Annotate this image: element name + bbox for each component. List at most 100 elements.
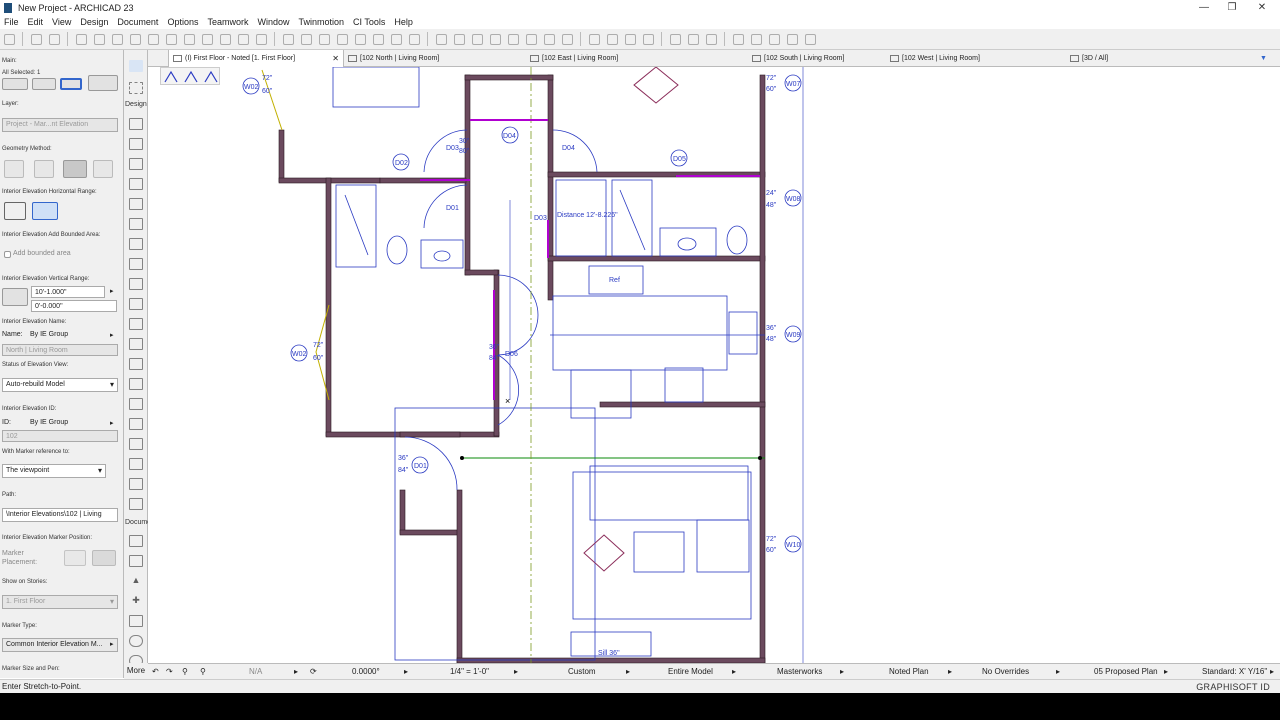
- rotate-marker-button[interactable]: [60, 78, 82, 90]
- explode-icon[interactable]: [508, 33, 519, 45]
- elevation-icon[interactable]: [562, 33, 573, 45]
- zoom-out-icon[interactable]: ⚲: [200, 667, 206, 676]
- curtain-wall-tool-icon[interactable]: [129, 358, 143, 370]
- pet-palette[interactable]: [160, 67, 220, 85]
- pan-icon[interactable]: [4, 33, 15, 45]
- mirror-icon[interactable]: [544, 33, 555, 45]
- menu-design[interactable]: Design: [80, 17, 108, 27]
- cursor-icon[interactable]: [319, 33, 330, 45]
- scale-value[interactable]: 1/4" = 1'-0": [450, 667, 489, 676]
- scale-arrow-icon[interactable]: ▸: [514, 667, 518, 676]
- marker-diamond-living[interactable]: [583, 534, 625, 572]
- rotate-view-icon[interactable]: ⟳: [310, 667, 317, 676]
- tab-overflow-icon[interactable]: ▼: [1254, 50, 1278, 67]
- connect-icon[interactable]: [607, 33, 618, 45]
- menu-file[interactable]: File: [4, 17, 19, 27]
- snap-icon[interactable]: [238, 33, 249, 45]
- render-icon[interactable]: [733, 33, 744, 45]
- camera-icon[interactable]: [769, 33, 780, 45]
- graphisoft-id-link[interactable]: GRAPHISOFT ID: [1196, 680, 1270, 694]
- pen-set-arrow-icon[interactable]: ▸: [840, 667, 844, 676]
- layer-combo-value[interactable]: Custom: [568, 667, 596, 676]
- group-icon[interactable]: [373, 33, 384, 45]
- vertical-bottom-input[interactable]: 0'-0.000": [31, 300, 117, 312]
- mesh-tool-icon[interactable]: [129, 338, 143, 350]
- vertical-top-input[interactable]: 10'-1.000": [31, 286, 105, 298]
- angle-arrow-icon[interactable]: ▸: [404, 667, 408, 676]
- vertical-range-icon-button[interactable]: [2, 288, 28, 306]
- marquee-tool-icon[interactable]: [129, 82, 143, 94]
- renovation-arrow-icon[interactable]: ▸: [1164, 667, 1168, 676]
- menu-teamwork[interactable]: Teamwork: [207, 17, 248, 27]
- sun-icon[interactable]: [787, 33, 798, 45]
- morph-tool-icon[interactable]: [129, 378, 143, 390]
- range-infinite-button[interactable]: [4, 202, 26, 220]
- arrow-left-icon[interactable]: [166, 33, 177, 45]
- intersect-icon[interactable]: [454, 33, 465, 45]
- vertical-top-arrow-icon[interactable]: ▸: [110, 287, 114, 295]
- shape-icon[interactable]: [643, 33, 654, 45]
- na-arrow-icon[interactable]: ▸: [294, 667, 298, 676]
- menu-edit[interactable]: Edit: [28, 17, 44, 27]
- door-tool-icon[interactable]: [129, 138, 143, 150]
- dimension-arrow-icon[interactable]: ▸: [1270, 667, 1274, 676]
- model-view-value[interactable]: Entire Model: [668, 667, 713, 676]
- window-tool-icon[interactable]: [129, 158, 143, 170]
- marker-diamond-top[interactable]: [633, 67, 679, 104]
- column-tool-icon[interactable]: [129, 198, 143, 210]
- floor-plan-canvas[interactable]: W02 W02 W07 W08 W09 W10 D02 D03 D04 D04 …: [148, 67, 1280, 663]
- redo-icon[interactable]: [49, 33, 60, 45]
- slab-tool-icon[interactable]: [129, 238, 143, 250]
- offset-icon[interactable]: [490, 33, 501, 45]
- elevation-node-right[interactable]: [758, 456, 762, 460]
- tab-102-west[interactable]: [102 West | Living Room]: [886, 50, 1066, 67]
- angle-dimension-tool-icon[interactable]: ✚: [129, 595, 143, 607]
- view-type-arrow-icon[interactable]: ▸: [948, 667, 952, 676]
- pen-set-value[interactable]: Masterworks: [777, 667, 822, 676]
- marker-reference-select[interactable]: The viewpoint: [2, 464, 106, 478]
- radial-dimension-tool-icon[interactable]: ▲: [129, 575, 143, 587]
- menu-twinmotion[interactable]: Twinmotion: [299, 17, 345, 27]
- zoom-in-icon[interactable]: [76, 33, 87, 45]
- path-field[interactable]: \Interior Elevations\102 | Living: [2, 508, 118, 522]
- favorites-star-icon[interactable]: [670, 33, 681, 45]
- roof-tool-icon[interactable]: [129, 298, 143, 310]
- undo-view-icon[interactable]: ↶: [152, 667, 159, 676]
- eraser-icon[interactable]: [301, 33, 312, 45]
- split-icon[interactable]: [148, 33, 159, 45]
- rotation-angle[interactable]: 0.0000°: [352, 667, 380, 676]
- name-value[interactable]: By IE Group: [30, 331, 68, 338]
- railing-tool-icon[interactable]: [129, 278, 143, 290]
- marker-placement-b-button[interactable]: [92, 550, 116, 566]
- zoom-in-icon[interactable]: ⚲: [182, 667, 188, 676]
- marker-type-select[interactable]: Common Interior Elevation M...: [2, 638, 118, 652]
- menu-options[interactable]: Options: [167, 17, 198, 27]
- marker-type-arrow-icon[interactable]: ▸: [110, 640, 114, 648]
- lock-icon[interactable]: [355, 33, 366, 45]
- zoom-out-icon[interactable]: [94, 33, 105, 45]
- menu-ci-tools[interactable]: CI Tools: [353, 17, 385, 27]
- menu-view[interactable]: View: [52, 17, 71, 27]
- marker-reference-button[interactable]: [88, 75, 118, 91]
- text-tool-icon[interactable]: [129, 615, 143, 627]
- lamp-tool-icon[interactable]: [129, 418, 143, 430]
- skylight-tool-icon[interactable]: [129, 438, 143, 450]
- range-limited-button[interactable]: [32, 202, 58, 220]
- layout-icon[interactable]: [202, 33, 213, 45]
- section-tool-icon[interactable]: [129, 458, 143, 470]
- elevation-status-select[interactable]: Auto-rebuild Model: [2, 378, 118, 392]
- dimension-value[interactable]: Standard: X' Y/16": [1202, 667, 1267, 676]
- selection-mode-button[interactable]: [2, 78, 28, 90]
- menu-document[interactable]: Document: [117, 17, 158, 27]
- object-tool-icon[interactable]: [129, 178, 143, 190]
- layout-book-icon[interactable]: [688, 33, 699, 45]
- grid-icon[interactable]: [283, 33, 294, 45]
- geometry-rect-button[interactable]: [63, 160, 87, 178]
- view-type-value[interactable]: Noted Plan: [889, 667, 929, 676]
- override-value[interactable]: No Overrides: [982, 667, 1029, 676]
- publisher-icon[interactable]: [706, 33, 717, 45]
- label-tool-icon[interactable]: [129, 635, 143, 647]
- show-on-stories-select[interactable]: 1. First Floor: [2, 595, 118, 609]
- id-arrow-icon[interactable]: ▸: [110, 419, 114, 427]
- hotlink-icon[interactable]: [409, 33, 420, 45]
